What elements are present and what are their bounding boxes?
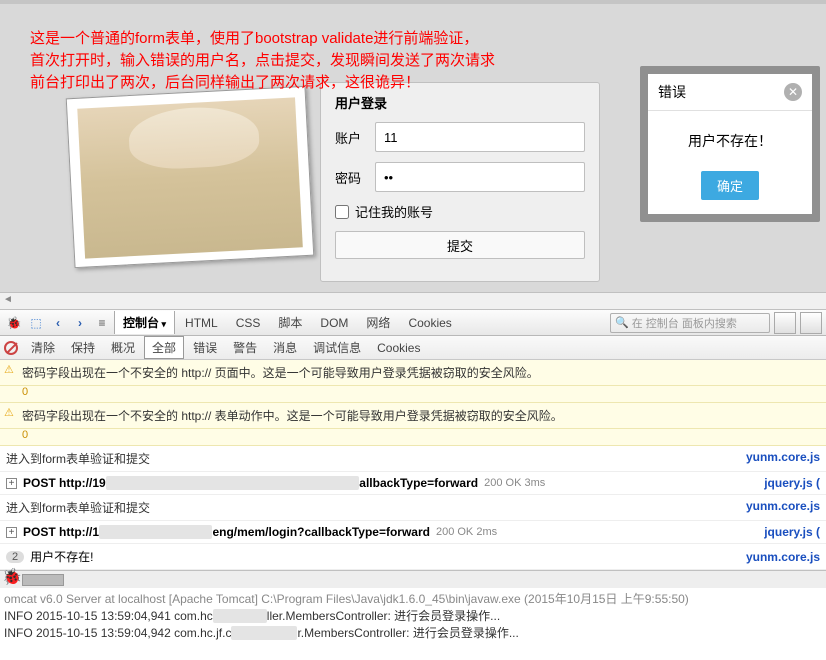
account-row: 账户 [335,122,585,152]
tab-script[interactable]: 脚本 [270,311,310,334]
filter-warn[interactable]: 警告 [226,337,264,358]
count-badge: 2 [6,551,24,563]
filter-debug[interactable]: 调试信息 [306,337,368,358]
password-row: 密码 [335,162,585,192]
tab-html[interactable]: HTML [177,313,226,333]
console-warning-count: 0 [0,386,826,403]
close-icon[interactable]: ✕ [784,83,802,101]
devtools-toolbar: 🐞 ⬚ ‹ › ≡ 控制台 HTML CSS 脚本 DOM 网络 Cookies… [0,310,826,336]
dialog-footer: 确定 [648,171,812,214]
annotation-line: 首次打开时，输入错误的用户名，点击提交，发现瞬间发送了两次请求 [30,50,495,72]
request-url: POST http://19xxxxxxxxxxxxxxxxxxxxxxxxxx… [23,476,478,490]
log-message: 进入到form表单验证和提交 [6,450,150,467]
search-icon: 🔍 [615,316,629,329]
filter-error[interactable]: 错误 [186,337,224,358]
forward-icon[interactable]: › [70,313,90,333]
toggle-icon[interactable]: ≡ [92,313,112,333]
console-warning: 密码字段出现在一个不安全的 http:// 页面中。这是一个可能导致用户登录凭据… [0,360,826,386]
console-warning-count: 0 [0,429,826,446]
tab-net[interactable]: 网络 [358,311,398,334]
dialog-header: 错误 ✕ [648,74,812,111]
server-log-line: INFO 2015-10-15 13:59:04,941 com.hcxxxxx… [4,607,822,624]
account-label: 账户 [335,128,375,147]
console-grouped-log: 2 用户不存在! yunm.core.js [0,544,826,570]
password-input[interactable] [375,162,585,192]
console-warning: 密码字段出现在一个不安全的 http:// 表单动作中。这是一个可能导致用户登录… [0,403,826,429]
console-filter-bar: 清除 保持 概况 全部 错误 警告 消息 调试信息 Cookies [0,336,826,360]
clear-icon[interactable] [4,341,18,355]
filter-cookies[interactable]: Cookies [370,339,427,357]
request-status: 200 OK 2ms [436,526,497,538]
console-request: + POST http://1xxxxxxxxxxxxxxxxxeng/mem/… [0,521,826,544]
filter-clear[interactable]: 清除 [24,337,62,358]
log-message: 用户不存在! [30,548,93,565]
annotation-line: 前台打印出了两次，后台同样输出了两次请求，这很诡异！ [30,72,495,94]
log-source-link[interactable]: yunm.core.js [746,499,820,516]
password-label: 密码 [335,168,375,187]
login-form: 用户登录 账户 密码 记住我的账号 提交 [320,82,600,282]
expand-icon[interactable]: + [6,527,17,538]
search-input[interactable]: 🔍在 控制台 面板内搜索 [610,313,770,333]
server-console: omcat v6.0 Server at localhost [Apache T… [0,588,826,643]
minimize-button[interactable] [800,312,822,334]
server-log-line: INFO 2015-10-15 13:59:04,942 com.hc.jf.c… [4,624,822,641]
dropdown-button[interactable] [774,312,796,334]
submit-button[interactable]: 提交 [335,231,585,259]
console-log: 进入到form表单验证和提交 yunm.core.js [0,446,826,472]
console-log: 进入到form表单验证和提交 yunm.core.js [0,495,826,521]
tab-dom[interactable]: DOM [312,313,356,333]
horizontal-scrollbar[interactable] [0,292,826,310]
back-icon[interactable]: ‹ [48,313,68,333]
remember-label: 记住我的账号 [355,202,433,221]
request-status: 200 OK 3ms [484,477,545,489]
tab-css[interactable]: CSS [228,313,269,333]
log-message: 进入到form表单验证和提交 [6,499,150,516]
server-header: omcat v6.0 Server at localhost [Apache T… [4,590,822,607]
page-top: 这是一个普通的form表单，使用了bootstrap validate进行前端验… [0,0,826,292]
request-source-link[interactable]: jquery.js ( [764,476,820,490]
request-url: POST http://1xxxxxxxxxxxxxxxxxeng/mem/lo… [23,525,430,539]
remember-checkbox[interactable] [335,205,349,219]
tab-console[interactable]: 控制台 [114,311,175,334]
filter-overview[interactable]: 概况 [104,337,142,358]
form-title: 用户登录 [335,93,585,112]
account-input[interactable] [375,122,585,152]
annotation-line: 这是一个普通的form表单，使用了bootstrap validate进行前端验… [30,28,495,50]
filter-keep[interactable]: 保持 [64,337,102,358]
ok-button[interactable]: 确定 [701,171,759,200]
console-request: + POST http://19xxxxxxxxxxxxxxxxxxxxxxxx… [0,472,826,495]
expand-icon[interactable]: + [6,478,17,489]
request-source-link[interactable]: jquery.js ( [764,525,820,539]
console-output: 密码字段出现在一个不安全的 http:// 页面中。这是一个可能导致用户登录凭据… [0,360,826,570]
firebug-icon[interactable]: 🐞 [2,567,22,587]
dialog-message: 用户不存在！ [648,111,812,171]
filter-msg[interactable]: 消息 [266,337,304,358]
devtools-panel: 🐞 ⬚ ‹ › ≡ 控制台 HTML CSS 脚本 DOM 网络 Cookies… [0,310,826,570]
dialog-title: 错误 [658,82,686,102]
filter-all[interactable]: 全部 [144,336,184,359]
log-source-link[interactable]: yunm.core.js [746,450,820,467]
remember-row: 记住我的账号 [335,202,585,221]
tab-cookies[interactable]: Cookies [400,313,459,333]
log-source-link[interactable]: yunm.core.js [746,550,820,564]
error-dialog: 错误 ✕ 用户不存在！ 确定 [640,66,820,222]
horizontal-scrollbar[interactable]: 🐞 [0,570,826,588]
inspector-icon[interactable]: ⬚ [26,313,46,333]
annotation-text: 这是一个普通的form表单，使用了bootstrap validate进行前端验… [30,28,495,94]
decorative-photo [66,86,315,268]
firebug-icon[interactable]: 🐞 [4,313,24,333]
